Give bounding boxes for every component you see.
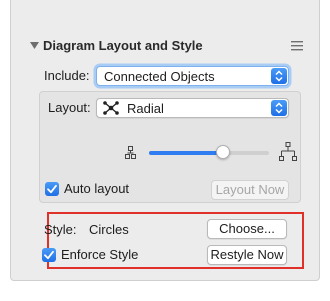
enforce-style-label: Enforce Style <box>61 247 139 262</box>
style-value: Circles <box>89 222 129 237</box>
triangle-down-icon[interactable] <box>30 41 40 50</box>
auto-layout-label: Auto layout <box>64 181 130 196</box>
compact-tree-icon <box>125 146 136 159</box>
layout-value: Radial <box>127 101 164 116</box>
radial-layout-icon <box>103 101 119 115</box>
popup-stepper-icon <box>271 68 287 84</box>
include-value: Connected Objects <box>104 69 215 84</box>
layout-now-button[interactable]: Layout Now <box>211 180 289 200</box>
checkmark-icon <box>47 184 57 194</box>
spacing-slider[interactable] <box>149 145 269 159</box>
layout-subpanel: Layout: Radial Auto layout Layout Now <box>39 91 301 203</box>
expanded-tree-icon <box>279 142 297 161</box>
slider-knob[interactable] <box>216 145 231 159</box>
style-label: Style: <box>44 222 77 237</box>
restyle-now-button[interactable]: Restyle Now <box>207 245 287 265</box>
layout-popup[interactable]: Radial <box>96 98 289 118</box>
auto-layout-checkbox[interactable] <box>45 182 59 196</box>
enforce-style-checkbox[interactable] <box>42 248 56 262</box>
choose-style-button[interactable]: Choose... <box>207 219 287 239</box>
panel-title: Diagram Layout and Style <box>43 38 203 53</box>
chevron-updown-icon <box>275 102 283 114</box>
hamburger-menu-icon[interactable] <box>291 41 303 51</box>
checkmark-icon <box>44 250 54 260</box>
layout-label: Layout: <box>48 100 91 115</box>
popup-stepper-icon <box>271 100 287 116</box>
slider-fill <box>149 151 224 155</box>
include-label: Include: <box>44 68 90 83</box>
diagram-layout-panel: Diagram Layout and Style Include: Connec… <box>10 0 320 281</box>
chevron-updown-icon <box>275 70 283 82</box>
include-popup[interactable]: Connected Objects <box>96 66 289 86</box>
